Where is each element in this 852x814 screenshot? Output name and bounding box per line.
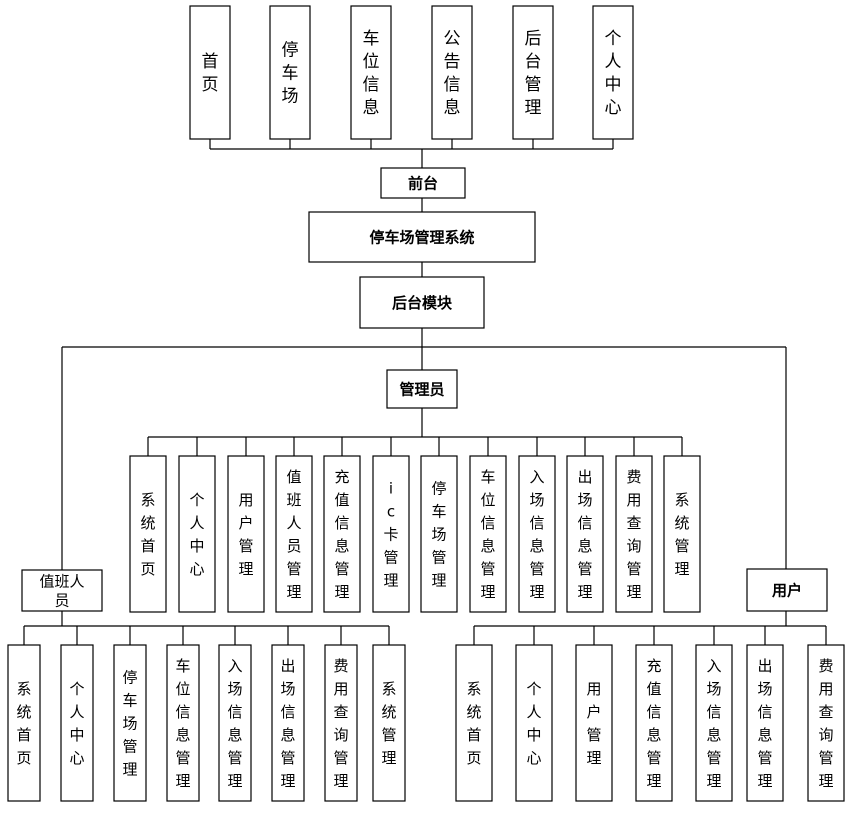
duty-staff-module-fee-query-mgmt: 费用查询管理 <box>324 644 358 802</box>
admin-module-recharge-mgmt: 充值信息管理 <box>323 455 361 613</box>
admin-module-staff-mgmt: 值班人员管理 <box>275 455 313 613</box>
duty-staff-module-sys-mgmt-box <box>372 644 406 802</box>
diagram-nodes: 首页停车场车位信息公告信息后台管理个人中心前台停车场管理系统后台模块管理员系统首… <box>7 5 845 802</box>
top-module-home: 首页 <box>189 5 231 140</box>
admin-module-sys-mgmt-box <box>663 455 701 613</box>
top-module-parking-label: 停车场 <box>282 40 299 106</box>
frontend-node: 前台 <box>380 167 466 199</box>
parking-system-diagram: 首页停车场车位信息公告信息后台管理个人中心前台停车场管理系统后台模块管理员系统首… <box>7 5 845 802</box>
system-node-label: 停车场管理系统 <box>369 228 474 246</box>
system-node: 停车场管理系统 <box>308 211 536 263</box>
top-module-parking: 停车场 <box>269 5 311 140</box>
admin-module-user-mgmt-box <box>227 455 265 613</box>
user-module-recharge-mgmt: 充值信息管理 <box>635 644 673 802</box>
admin-module-parking-mgmt-label: 停车场管理 <box>431 479 446 589</box>
user-module-entry-info-mgmt: 入场信息管理 <box>695 644 733 802</box>
user-module-sys-home: 系统首页 <box>455 644 493 802</box>
duty-staff-module-personal-center: 个人中心 <box>60 644 94 802</box>
top-module-backend-mgmt: 后台管理 <box>512 5 554 140</box>
admin-module-sys-home-box <box>129 455 167 613</box>
user-module-sys-home-box <box>455 644 493 802</box>
top-module-personal-center: 个人中心 <box>592 5 634 140</box>
top-module-spot-info-box <box>350 5 392 140</box>
admin-module-personal-center-box <box>178 455 216 613</box>
admin-module-fee-query-mgmt: 费用查询管理 <box>615 455 653 613</box>
admin-module-parking-mgmt: 停车场管理 <box>420 455 458 613</box>
admin-node: 管理员 <box>386 369 458 409</box>
duty-staff-module-parking-mgmt: 停车场管理 <box>113 644 147 802</box>
user-module-user-mgmt-box <box>575 644 613 802</box>
user-node: 用户 <box>746 568 828 612</box>
backend-node: 后台模块 <box>359 276 485 329</box>
duty-staff-module-sys-mgmt: 系统管理 <box>372 644 406 802</box>
top-module-personal-center-box <box>592 5 634 140</box>
top-module-spot-info: 车位信息 <box>350 5 392 140</box>
frontend-node-label: 前台 <box>408 174 438 192</box>
admin-module-sys-mgmt: 系统管理 <box>663 455 701 613</box>
backend-node-label: 后台模块 <box>392 294 453 312</box>
user-module-exit-info-mgmt: 出场信息管理 <box>746 644 784 802</box>
duty-staff-node: 值班人员 <box>21 569 103 612</box>
admin-module-spot-info-mgmt: 车位信息管理 <box>469 455 507 613</box>
admin-module-sys-home: 系统首页 <box>129 455 167 613</box>
user-module-personal-center: 个人中心 <box>515 644 553 802</box>
duty-staff-module-exit-info-mgmt: 出场信息管理 <box>271 644 305 802</box>
user-module-fee-query-mgmt: 费用查询管理 <box>807 644 845 802</box>
user-module-personal-center-box <box>515 644 553 802</box>
duty-staff-module-parking-mgmt-label: 停车场管理 <box>122 668 137 778</box>
admin-module-exit-info-mgmt: 出场信息管理 <box>566 455 604 613</box>
duty-staff-module-sys-home: 系统首页 <box>7 644 41 802</box>
user-node-label: 用户 <box>772 581 802 599</box>
admin-module-entry-info-mgmt: 入场信息管理 <box>518 455 556 613</box>
duty-staff-module-spot-info-mgmt: 车位信息管理 <box>166 644 200 802</box>
admin-module-user-mgmt: 用户管理 <box>227 455 265 613</box>
top-module-notice-info-box <box>431 5 473 140</box>
user-module-user-mgmt: 用户管理 <box>575 644 613 802</box>
admin-module-personal-center: 个人中心 <box>178 455 216 613</box>
top-module-backend-mgmt-box <box>512 5 554 140</box>
admin-module-ic-card-mgmt: i c 卡管理 <box>372 455 410 613</box>
top-module-home-box <box>189 5 231 140</box>
duty-staff-module-sys-home-box <box>7 644 41 802</box>
admin-node-label: 管理员 <box>399 380 444 398</box>
duty-staff-module-personal-center-box <box>60 644 94 802</box>
top-module-notice-info: 公告信息 <box>431 5 473 140</box>
duty-staff-module-entry-info-mgmt: 入场信息管理 <box>218 644 252 802</box>
